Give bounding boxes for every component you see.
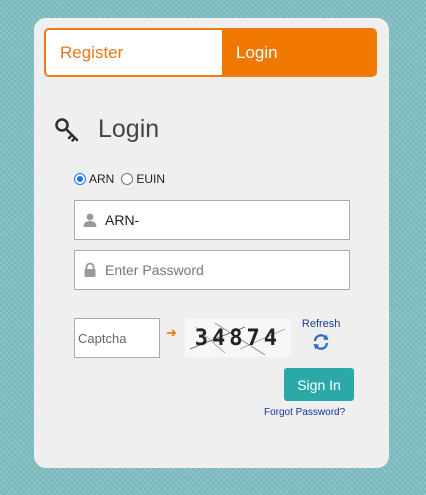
radio-arn[interactable]: ARN — [74, 172, 114, 186]
captcha-image: 34874 — [184, 319, 291, 357]
refresh-button[interactable]: Refresh — [301, 318, 341, 352]
auth-tabs: Register Login — [44, 28, 377, 77]
page-title: Login — [98, 115, 160, 143]
refresh-icon[interactable] — [311, 332, 331, 352]
captcha-input[interactable]: Captcha — [74, 318, 160, 358]
login-card: Register Login Login ARN EUIN ARN- Enter… — [34, 18, 389, 468]
captcha-placeholder: Captcha — [78, 330, 127, 346]
user-icon — [75, 201, 105, 239]
arrow-right-icon: ➜ — [166, 325, 177, 340]
arn-input-value: ARN- — [105, 212, 140, 228]
captcha-text: 34874 — [194, 325, 282, 351]
sign-in-button[interactable]: Sign In — [284, 368, 354, 401]
login-heading: Login — [54, 115, 159, 144]
forgot-password-link[interactable]: Forgot Password? — [264, 407, 345, 418]
arn-input[interactable]: ARN- — [74, 200, 350, 240]
id-type-selector: ARN EUIN — [74, 172, 172, 186]
tab-register[interactable]: Register — [46, 30, 222, 75]
captcha-row: Captcha ➜ 34874 Refresh — [74, 318, 340, 358]
lock-icon — [75, 251, 105, 289]
refresh-label: Refresh — [301, 318, 341, 330]
radio-euin-label: EUIN — [136, 172, 166, 186]
password-placeholder: Enter Password — [105, 262, 204, 278]
key-icon — [54, 117, 80, 143]
tab-login[interactable]: Login — [222, 30, 375, 75]
radio-euin-button[interactable] — [121, 173, 134, 185]
password-input[interactable]: Enter Password — [74, 250, 350, 290]
radio-arn-label: ARN — [89, 172, 115, 186]
radio-euin[interactable]: EUIN — [121, 172, 165, 186]
radio-arn-button[interactable] — [74, 173, 86, 185]
